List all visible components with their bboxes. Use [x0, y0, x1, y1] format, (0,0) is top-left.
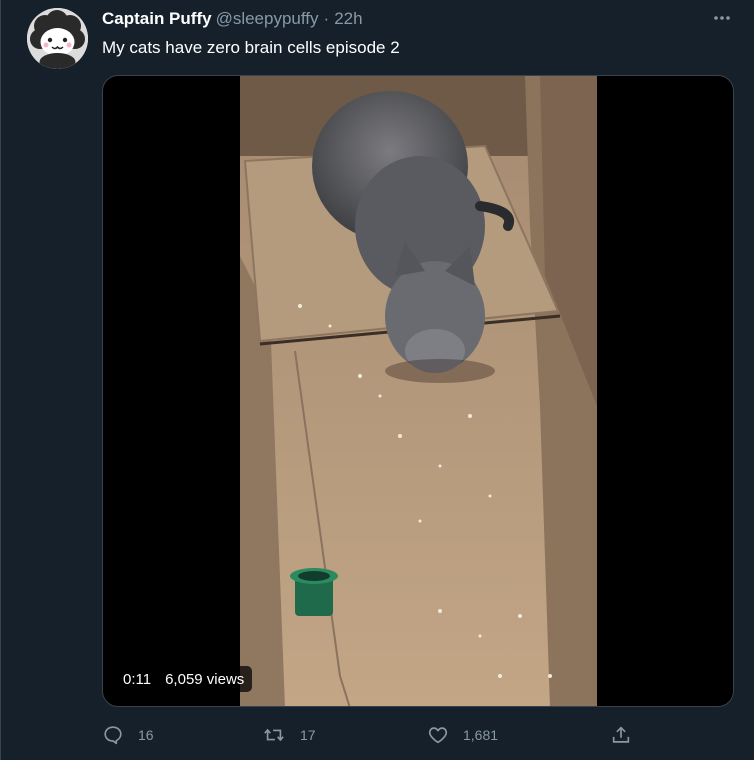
share-icon [612, 726, 630, 743]
share-button[interactable] [610, 722, 646, 748]
timestamp[interactable]: 22h [334, 9, 362, 29]
retweet-button[interactable]: 17 [262, 722, 316, 748]
sheep-avatar-image [27, 8, 88, 69]
display-name[interactable]: Captain Puffy [102, 9, 212, 29]
reply-button[interactable]: 16 [102, 722, 154, 748]
avatar[interactable] [27, 8, 88, 69]
video-views: 6,059 views [165, 670, 245, 688]
like-count: 1,681 [463, 727, 499, 743]
cats-in-box-video-thumbnail [240, 76, 597, 706]
video-frame[interactable] [240, 76, 597, 706]
video-info-badge: 0:11 6,059 views [115, 666, 253, 692]
retweet-count: 17 [300, 727, 316, 743]
user-handle[interactable]: @sleepypuffy [216, 9, 319, 29]
tweet[interactable]: Captain Puffy @sleepypuffy · 22h My cats… [0, 0, 754, 760]
tweet-actions: 16 17 1,681 [102, 722, 642, 748]
separator-dot: · [323, 9, 330, 28]
heart-icon [428, 727, 448, 744]
video-duration: 0:11 [123, 670, 152, 688]
reply-icon [104, 726, 122, 745]
like-button[interactable]: 1,681 [427, 722, 498, 748]
reply-count: 16 [138, 727, 154, 743]
retweet-icon [264, 728, 284, 742]
video-player[interactable]: 0:11 6,059 views [102, 75, 734, 707]
more-horizontal-icon[interactable] [712, 8, 732, 28]
tweet-text: My cats have zero brain cells episode 2 [102, 38, 400, 57]
tweet-header: Captain Puffy @sleepypuffy · 22h [102, 9, 363, 31]
